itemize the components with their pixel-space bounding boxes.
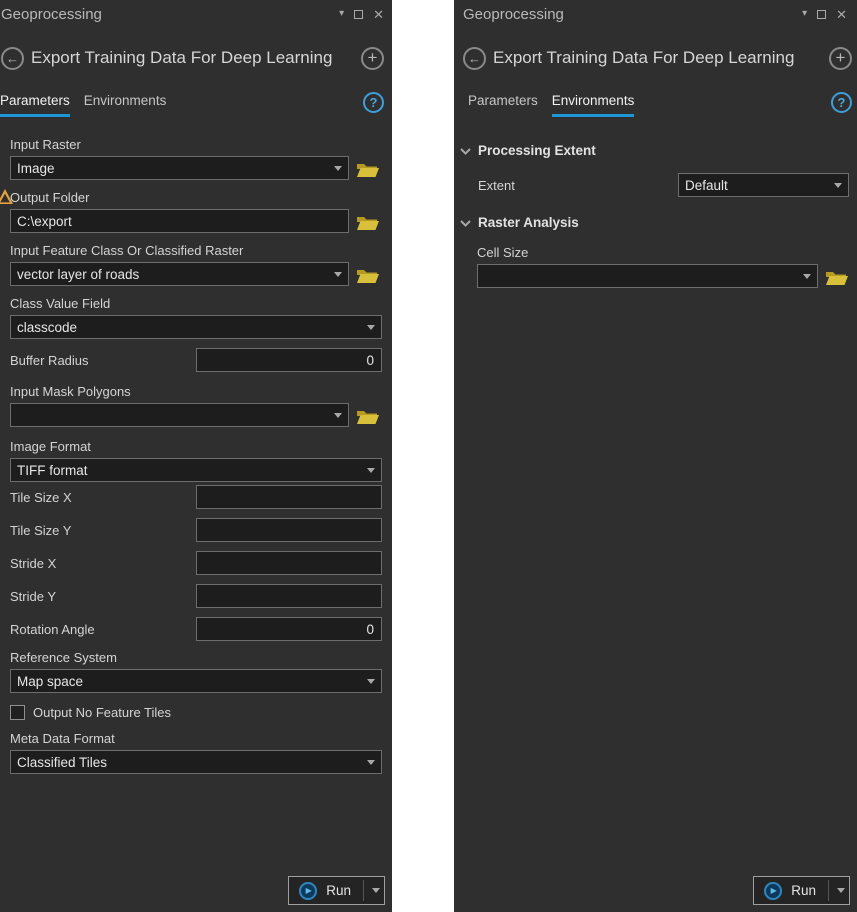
field-label: Input Raster [10, 137, 382, 152]
parameters-form: Input Raster Image Output Folder [10, 137, 382, 784]
tab-parameters[interactable]: Parameters [468, 90, 538, 117]
stride-x-input[interactable] [196, 551, 382, 575]
field-label: Rotation Angle [10, 622, 95, 637]
add-to-model-button[interactable]: + [361, 47, 384, 70]
add-to-model-button[interactable]: + [829, 47, 852, 70]
chevron-down-icon [372, 888, 380, 893]
field-label: Input Mask Polygons [10, 384, 382, 399]
pane-titlebar: Geoprocessing ▾ ✕ [0, 0, 392, 26]
browse-folder-icon[interactable] [356, 405, 380, 425]
output-no-feature-tiles-checkbox[interactable] [10, 705, 25, 720]
chevron-down-icon [334, 413, 342, 418]
tab-bar: Parameters Environments ? [454, 90, 857, 118]
chevron-down-icon [334, 166, 342, 171]
chevron-down-icon [367, 468, 375, 473]
chevron-down-icon [367, 325, 375, 330]
chevron-down-icon [367, 679, 375, 684]
environments-form: Processing Extent Extent Default Raster … [460, 140, 849, 288]
run-button[interactable]: ▶ Run [289, 877, 363, 904]
browse-folder-icon[interactable] [356, 158, 380, 178]
field-label: Reference System [10, 650, 382, 665]
chevron-down-icon [837, 888, 845, 893]
geoprocessing-pane-environments: Geoprocessing ▾ ✕ ← Export Training Data… [454, 0, 857, 912]
tab-environments[interactable]: Environments [552, 90, 635, 117]
input-raster-dropdown[interactable]: Image [10, 156, 349, 180]
pane-title: Geoprocessing [1, 6, 339, 23]
warning-icon [0, 188, 14, 210]
back-button[interactable]: ← [463, 47, 486, 70]
input-mask-polygons-dropdown[interactable] [10, 403, 349, 427]
pane-title: Geoprocessing [463, 6, 802, 23]
browse-folder-icon[interactable] [356, 211, 380, 231]
field-label: Meta Data Format [10, 731, 382, 746]
chevron-down-icon [834, 183, 842, 188]
buffer-radius-input[interactable] [196, 348, 382, 372]
reference-system-dropdown[interactable]: Map space [10, 669, 382, 693]
meta-data-format-dropdown[interactable]: Classified Tiles [10, 750, 382, 774]
field-label: Tile Size Y [10, 523, 71, 538]
pane-footer: ▶ Run [454, 870, 857, 912]
chevron-down-icon [367, 760, 375, 765]
field-label: Buffer Radius [10, 353, 89, 368]
section-raster-analysis[interactable]: Raster Analysis [460, 212, 849, 232]
pane-menu-icon[interactable]: ▾ [339, 9, 344, 19]
field-label: Cell Size [477, 245, 849, 260]
chevron-down-icon [803, 274, 811, 279]
image-format-dropdown[interactable]: TIFF format [10, 458, 382, 482]
chevron-down-icon [460, 214, 471, 232]
run-options-button[interactable] [364, 877, 384, 904]
cell-size-dropdown[interactable] [477, 264, 818, 288]
tool-header: ← Export Training Data For Deep Learning… [454, 44, 857, 72]
output-folder-input[interactable] [10, 209, 349, 233]
pane-footer: ▶ Run [0, 870, 392, 912]
pane-menu-icon[interactable]: ▾ [802, 9, 807, 19]
field-label: Stride Y [10, 589, 56, 604]
browse-folder-icon[interactable] [825, 266, 849, 286]
float-pane-icon[interactable] [817, 10, 826, 19]
run-button-group: ▶ Run [288, 876, 385, 905]
close-icon[interactable]: ✕ [373, 8, 384, 21]
run-button-group: ▶ Run [753, 876, 850, 905]
extent-dropdown[interactable]: Default [678, 173, 849, 197]
browse-folder-icon[interactable] [356, 264, 380, 284]
checkbox-label: Output No Feature Tiles [33, 705, 171, 720]
tab-bar: Parameters Environments ? [0, 90, 392, 118]
chevron-down-icon [334, 272, 342, 277]
class-value-field-dropdown[interactable]: classcode [10, 315, 382, 339]
pane-titlebar: Geoprocessing ▾ ✕ [454, 0, 857, 26]
field-label: Tile Size X [10, 490, 72, 505]
close-icon[interactable]: ✕ [836, 8, 847, 21]
play-icon: ▶ [299, 882, 317, 900]
run-button[interactable]: ▶ Run [754, 877, 828, 904]
field-label: Output Folder [10, 190, 382, 205]
tile-size-x-input[interactable] [196, 485, 382, 509]
play-icon: ▶ [764, 882, 782, 900]
help-icon[interactable]: ? [831, 92, 852, 113]
tab-parameters[interactable]: Parameters [0, 90, 70, 117]
input-feature-class-dropdown[interactable]: vector layer of roads [10, 262, 349, 286]
rotation-angle-input[interactable] [196, 617, 382, 641]
section-processing-extent[interactable]: Processing Extent [460, 140, 849, 160]
field-label: Extent [478, 178, 678, 193]
stride-y-input[interactable] [196, 584, 382, 608]
field-label: Class Value Field [10, 296, 382, 311]
help-icon[interactable]: ? [363, 92, 384, 113]
field-label: Stride X [10, 556, 56, 571]
geoprocessing-pane-parameters: Geoprocessing ▾ ✕ ← Export Training Data… [0, 0, 392, 912]
tool-title: Export Training Data For Deep Learning [493, 48, 823, 68]
tool-title: Export Training Data For Deep Learning [31, 48, 355, 68]
field-label: Input Feature Class Or Classified Raster [10, 243, 382, 258]
tile-size-y-input[interactable] [196, 518, 382, 542]
chevron-down-icon [460, 142, 471, 160]
run-options-button[interactable] [829, 877, 849, 904]
field-label: Image Format [10, 439, 382, 454]
tab-environments[interactable]: Environments [84, 90, 167, 117]
tool-header: ← Export Training Data For Deep Learning… [0, 44, 392, 72]
float-pane-icon[interactable] [354, 10, 363, 19]
back-button[interactable]: ← [1, 47, 24, 70]
